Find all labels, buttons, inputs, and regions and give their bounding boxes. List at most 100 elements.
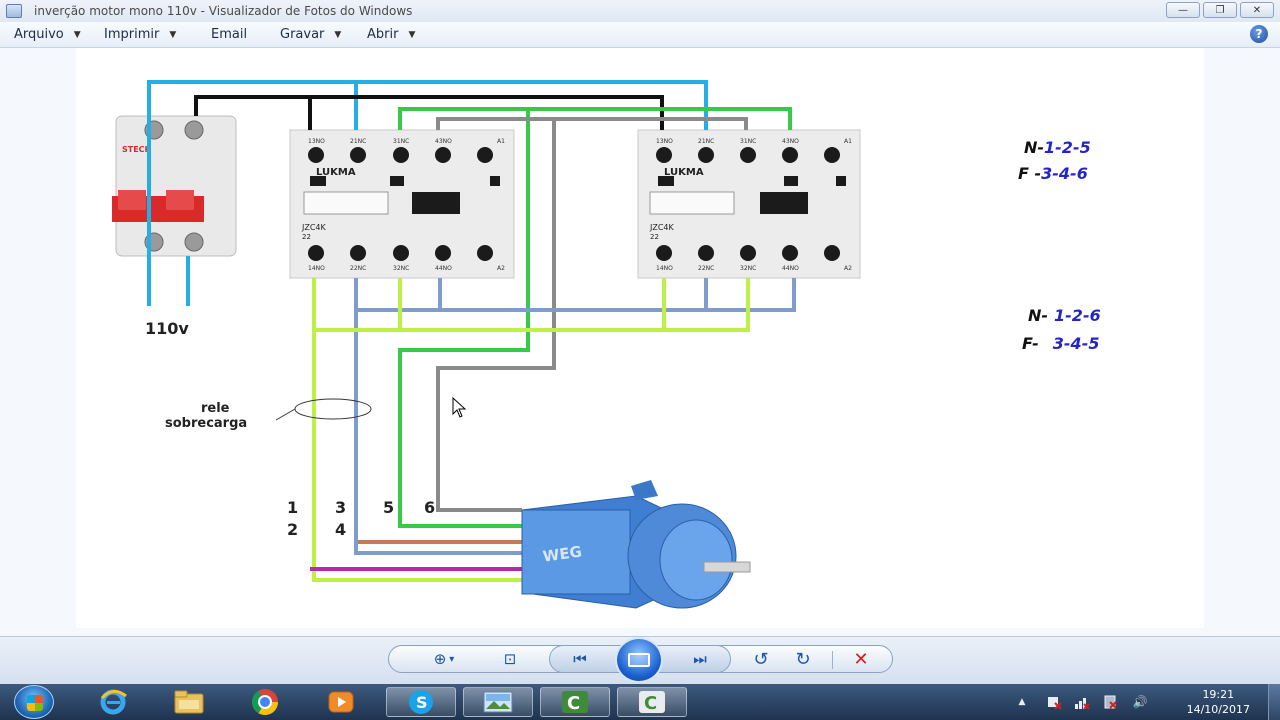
show-desktop-button[interactable] xyxy=(1268,684,1280,720)
terminal-label: 31NC xyxy=(393,138,409,145)
terminal-label: 43NO xyxy=(782,138,799,145)
wire-lime xyxy=(314,278,750,332)
zoom-icon: ⊕ xyxy=(433,650,447,668)
contactor-brand: LUKMA xyxy=(664,167,704,178)
fit-window-button[interactable]: ⊡ xyxy=(494,645,526,673)
taskbar-chrome[interactable] xyxy=(230,687,300,717)
menu-bar: Arquivo ▼ Imprimir ▼ Email Gravar ▼ Abri… xyxy=(0,22,1280,48)
terminal-number-1: 1 xyxy=(287,498,299,517)
divider xyxy=(832,651,833,669)
terminal-label: 14NO xyxy=(308,265,325,272)
chevron-down-icon: ▼ xyxy=(73,29,81,40)
taskbar-photo-viewer[interactable] xyxy=(463,687,533,717)
zoom-button[interactable]: ⊕ ▾ xyxy=(420,645,468,673)
displayed-photo[interactable]: STECK LUKMA JZC4K 22 13NO 21NC 31NC 43NO… xyxy=(76,48,1204,628)
internet-explorer-icon xyxy=(100,689,127,715)
menu-abrir[interactable]: Abrir ▼ xyxy=(367,27,415,42)
menu-email-label: Email xyxy=(211,27,248,42)
taskbar-clock[interactable]: 19:21 14/10/2017 xyxy=(1187,687,1250,717)
rotate-ccw-icon: ↺ xyxy=(753,648,769,670)
window-controls: — ❐ ✕ xyxy=(1166,2,1274,18)
code-row-f1: F -3-4-6 xyxy=(1018,164,1088,183)
chrome-icon xyxy=(251,689,279,716)
slideshow-icon xyxy=(628,653,650,667)
close-button[interactable]: ✕ xyxy=(1240,2,1274,18)
circuit-breaker: STECK xyxy=(112,115,237,257)
menu-imprimir-label: Imprimir xyxy=(104,27,160,42)
rotate-counterclockwise-button[interactable]: ↺ xyxy=(746,645,776,673)
contactor-k1: LUKMA JZC4K 22 13NO 21NC 31NC 43NO A1 14… xyxy=(289,129,515,279)
terminal-label: 22NC xyxy=(350,265,366,272)
next-icon: ⏭ xyxy=(693,650,707,668)
terminal-label: A1 xyxy=(844,138,852,145)
clock-time: 19:21 xyxy=(1202,688,1235,701)
menu-email[interactable]: Email xyxy=(211,27,247,42)
mouse-cursor-icon xyxy=(452,396,467,418)
fit-window-icon: ⊡ xyxy=(503,650,517,668)
terminal-label: 14NO xyxy=(656,265,673,272)
taskbar-skype[interactable]: S xyxy=(386,687,456,717)
terminal-number-4: 4 xyxy=(335,520,347,539)
electric-motor: WEG xyxy=(521,480,751,609)
restore-button[interactable]: ❐ xyxy=(1203,2,1237,18)
window-title: inverção motor mono 110v - Visualizador … xyxy=(34,4,413,18)
taskbar-camtasia-recorder[interactable]: C xyxy=(540,687,610,717)
start-button[interactable] xyxy=(14,685,54,719)
code-value: 1-2-6 xyxy=(1054,306,1101,325)
code-row-f2: F- 3-4-5 xyxy=(1022,334,1099,353)
skype-icon: S xyxy=(409,690,433,714)
viewer-control-bar: ⊕ ▾ ⊡ ⏮ ⏭ ↺ ↻ ✕ xyxy=(0,636,1280,684)
wire-steel xyxy=(438,278,708,310)
taskbar-media-player[interactable] xyxy=(306,687,376,717)
code-key: F - xyxy=(1018,164,1042,183)
title-bar[interactable]: inverção motor mono 110v - Visualizador … xyxy=(0,0,1280,22)
contactor-model-sub: 22 xyxy=(302,233,311,241)
menu-gravar-label: Gravar xyxy=(280,27,325,42)
chevron-down-icon: ▾ xyxy=(449,653,455,665)
menu-arquivo[interactable]: Arquivo ▼ xyxy=(14,27,81,42)
contactor-model: JZC4K xyxy=(649,223,675,232)
action-center-icon[interactable] xyxy=(1046,694,1062,710)
rotate-clockwise-button[interactable]: ↻ xyxy=(788,645,818,673)
code-value: 3-4-5 xyxy=(1052,334,1100,353)
photo-viewer-app-icon[interactable] xyxy=(6,4,22,18)
code-key: N- xyxy=(1028,306,1049,325)
minimize-button[interactable]: — xyxy=(1166,2,1200,18)
svg-text:S: S xyxy=(416,693,428,712)
taskbar-file-explorer[interactable] xyxy=(154,687,224,717)
contactor-brand: LUKMA xyxy=(316,167,356,178)
code-value: 3-4-6 xyxy=(1041,164,1088,183)
show-hidden-icons-icon[interactable]: ▲ xyxy=(1014,694,1030,710)
previous-icon: ⏮ xyxy=(573,650,587,668)
terminal-label: A1 xyxy=(497,138,505,145)
contactor-model-sub: 22 xyxy=(650,233,659,241)
next-button[interactable]: ⏭ xyxy=(682,645,718,673)
menu-arquivo-label: Arquivo xyxy=(14,27,64,42)
volume-icon[interactable]: 🔊 xyxy=(1132,694,1148,710)
contactor-model: JZC4K xyxy=(301,223,327,232)
terminal-label: A2 xyxy=(497,265,505,272)
taskbar-camtasia-studio[interactable]: C xyxy=(617,687,687,717)
terminal-label: 43NO xyxy=(435,138,452,145)
menu-imprimir[interactable]: Imprimir ▼ xyxy=(104,27,176,42)
previous-button[interactable]: ⏮ xyxy=(562,645,598,673)
menu-gravar[interactable]: Gravar ▼ xyxy=(280,27,341,42)
wire-black xyxy=(194,95,664,130)
terminal-label: 44NO xyxy=(782,265,799,272)
terminal-label: 13NO xyxy=(656,138,673,145)
terminal-number-2: 2 xyxy=(287,520,299,539)
wire-steel xyxy=(356,278,796,312)
taskbar-internet-explorer[interactable] xyxy=(78,687,148,717)
folder-icon xyxy=(174,690,204,714)
camtasia-icon: C xyxy=(562,691,588,714)
network-icon[interactable] xyxy=(1074,694,1090,710)
help-icon[interactable]: ? xyxy=(1250,25,1268,43)
removable-device-icon[interactable] xyxy=(1102,694,1118,710)
terminal-number-6: 6 xyxy=(424,498,436,517)
terminal-label: 31NC xyxy=(740,138,756,145)
delete-button[interactable]: ✕ xyxy=(846,645,876,673)
code-key: N- xyxy=(1024,138,1045,157)
slideshow-button[interactable] xyxy=(615,637,663,683)
terminal-label: 32NC xyxy=(393,265,409,272)
windows-taskbar: S C C ▲ 🔊 19:21 14/10/2017 xyxy=(0,684,1280,720)
